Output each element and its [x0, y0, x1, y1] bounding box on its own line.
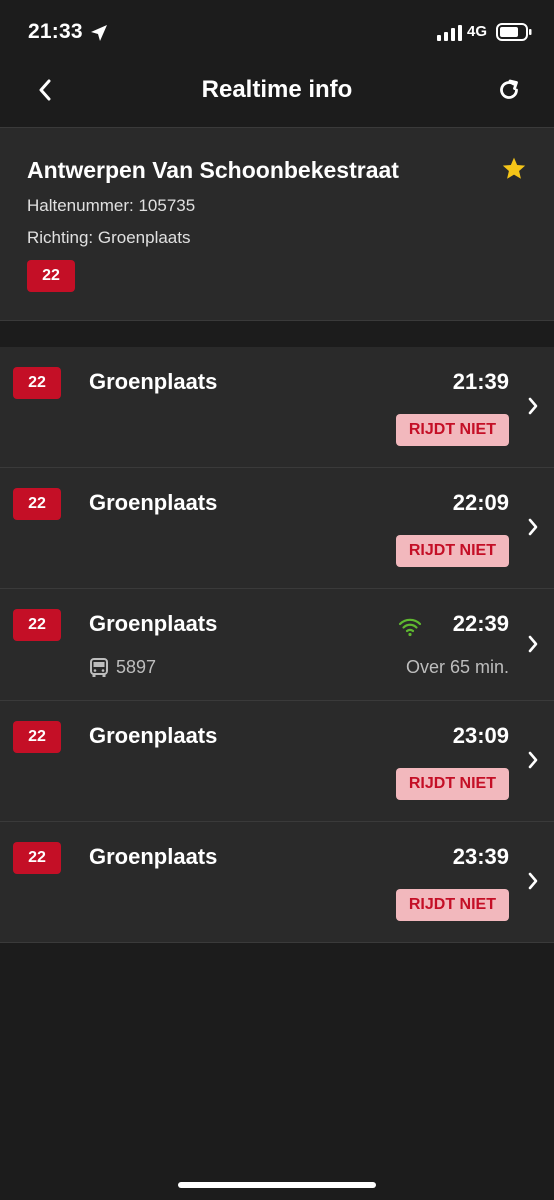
signal-icon [437, 25, 462, 41]
vehicle-info: 5897 [89, 657, 156, 678]
destination: Groenplaats [89, 611, 218, 636]
chevron-right-icon [528, 751, 538, 769]
line-badge: 22 [13, 488, 61, 520]
line-badge: 22 [13, 609, 61, 641]
destination: Groenplaats [89, 490, 218, 515]
departure-row[interactable]: 22 Groenplaats 23:39 RIJDT NIET [0, 822, 554, 943]
destination: Groenplaats [89, 723, 218, 748]
status-badge: RIJDT NIET [395, 414, 509, 446]
departure-time: 22:39 [452, 611, 509, 636]
status-time: 21:33 [28, 20, 83, 43]
line-badge: 22 [13, 842, 61, 874]
status-badge: RIJDT NIET [395, 889, 509, 921]
line-badge: 22 [13, 721, 61, 753]
favorite-star-icon[interactable] [501, 156, 527, 182]
chevron-right-icon [528, 518, 538, 536]
chevron-right-icon [528, 872, 538, 890]
chevron-right-icon [528, 635, 538, 653]
departure-row[interactable]: 22 Groenplaats 22:39 5897 Over 65 min. [0, 589, 554, 701]
page-title: Realtime info [201, 76, 353, 103]
bus-icon [90, 657, 108, 677]
realtime-signal-icon [398, 618, 422, 637]
location-arrow-icon [91, 25, 107, 41]
network-label: 4G [467, 23, 488, 40]
departure-time: 23:09 [452, 723, 509, 748]
departure-row[interactable]: 22 Groenplaats 23:09 RIJDT NIET [0, 701, 554, 822]
status-badge: RIJDT NIET [395, 768, 509, 800]
stop-name: Antwerpen Van Schoonbekestraat [27, 157, 399, 183]
stop-number: Haltenummer: 105735 [27, 196, 196, 215]
departure-time: 23:39 [452, 844, 509, 869]
line-badge: 22 [13, 367, 61, 399]
vehicle-number: 5897 [116, 657, 157, 677]
refresh-button[interactable] [492, 70, 526, 110]
nav-bar: Realtime info [0, 64, 554, 126]
destination: Groenplaats [89, 369, 218, 394]
departures-list: 22 Groenplaats 21:39 RIJDT NIET 22 Groen… [0, 347, 554, 943]
home-indicator[interactable] [178, 1182, 376, 1188]
chevron-right-icon [528, 397, 538, 415]
line-badge: 22 [27, 260, 75, 292]
refresh-icon [500, 79, 518, 99]
destination: Groenplaats [89, 844, 218, 869]
stop-info-card: Antwerpen Van Schoonbekestraat Haltenumm… [0, 127, 554, 321]
departure-row[interactable]: 22 Groenplaats 21:39 RIJDT NIET [0, 347, 554, 468]
battery-icon [496, 23, 532, 41]
status-bar: 21:33 4G [0, 0, 554, 64]
status-badge: RIJDT NIET [395, 535, 509, 567]
departure-time: 21:39 [452, 369, 509, 394]
departure-time: 22:09 [452, 490, 509, 515]
departure-row[interactable]: 22 Groenplaats 22:09 RIJDT NIET [0, 468, 554, 589]
stop-direction: Richting: Groenplaats [27, 228, 191, 247]
eta-text: Over 65 min. [405, 657, 509, 677]
